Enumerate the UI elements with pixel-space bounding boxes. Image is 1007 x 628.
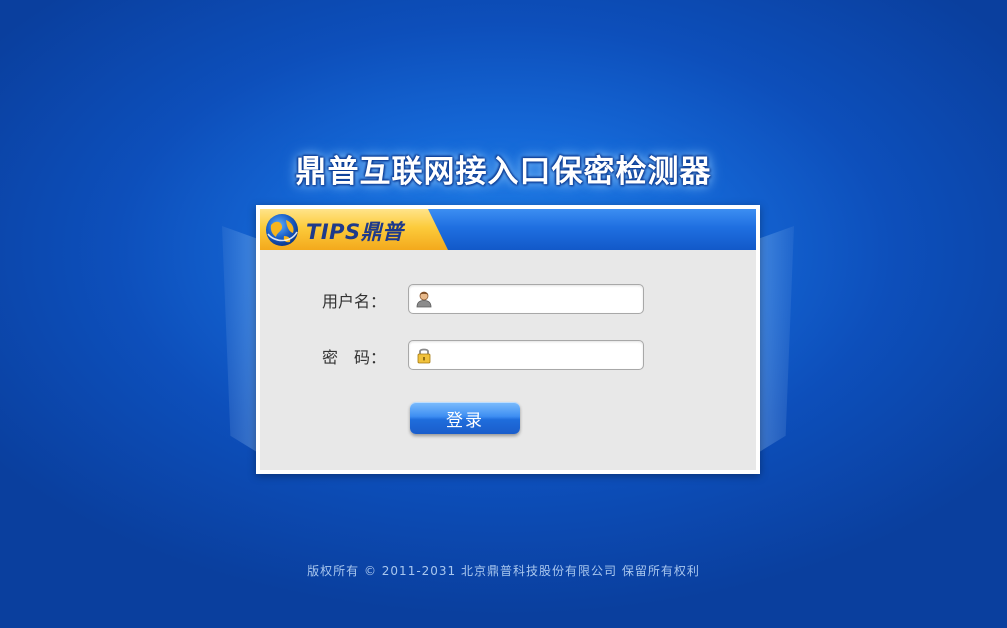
page-title-reflection xyxy=(0,170,1007,183)
username-input[interactable] xyxy=(437,288,637,310)
password-input[interactable] xyxy=(437,344,637,366)
user-icon xyxy=(416,291,432,308)
page-title: 鼎普互联网接入口保密检测器 xyxy=(295,154,712,190)
brand-logo: TIPS鼎普 xyxy=(260,209,448,250)
password-label: 密 码： xyxy=(322,348,387,367)
brand-logo-text: TIPS鼎普 xyxy=(306,220,404,244)
login-button[interactable]: 登录 xyxy=(410,402,520,434)
lock-icon xyxy=(417,348,431,364)
password-field[interactable] xyxy=(408,340,644,370)
left-panel-wing xyxy=(222,226,260,454)
username-label: 用户名： xyxy=(322,292,387,311)
right-panel-wing xyxy=(756,226,794,454)
username-field[interactable] xyxy=(408,284,644,314)
globe-logo-icon xyxy=(266,214,298,246)
login-panel-header: TIPS鼎普 xyxy=(260,209,756,250)
copyright-footer: 版权所有 © 2011-2031 北京鼎普科技股份有限公司 保留所有权利 xyxy=(307,564,700,578)
